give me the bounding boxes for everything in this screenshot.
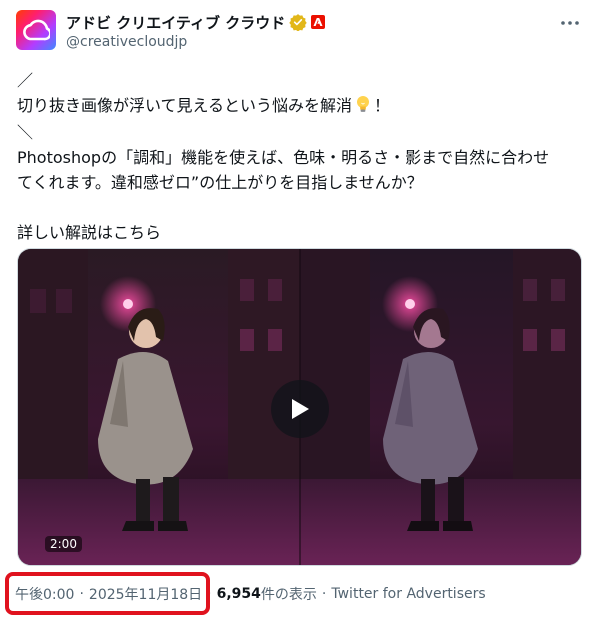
tweet-line-2-text: 切り抜き画像が浮いて見えるという悩みを解消 [17, 96, 353, 115]
verified-badge-icon[interactable] [289, 13, 307, 32]
display-name[interactable]: アドビ クリエイティブ クラウド [66, 12, 285, 33]
play-button[interactable] [271, 380, 329, 438]
tweet-line-6: 詳しい解説はこちら [17, 223, 162, 242]
highlight-annotation [5, 572, 210, 615]
light-bulb-icon [355, 95, 371, 120]
views-count: 6,954 [216, 586, 261, 602]
creative-cloud-logo-icon [23, 19, 50, 41]
tweet-header: アドビ クリエイティブ クラウド @creativecloudjp [16, 10, 583, 54]
avatar[interactable] [16, 10, 56, 50]
adobe-logo-icon[interactable] [311, 15, 326, 29]
name-row: アドビ クリエイティブ クラウド [66, 12, 326, 33]
tweet-line-5: てくれます。違和感ゼロ”の仕上がりを目指しませんか？ [17, 173, 423, 192]
video-player[interactable]: 2:00 [17, 248, 582, 566]
more-horizontal-icon [561, 21, 579, 25]
tweet-source[interactable]: Twitter for Advertisers [331, 586, 485, 602]
play-icon [292, 399, 309, 419]
author-handle[interactable]: @creativecloudjp [66, 34, 187, 50]
meta-separator: · [321, 586, 327, 602]
tweet-line-2-suffix: ！ [374, 96, 391, 115]
tweet-line-1: ／ [17, 71, 34, 90]
tweet-line-3: ＼ [17, 123, 34, 142]
more-options-button[interactable] [557, 10, 583, 36]
views-label: 件の表示 [260, 587, 317, 603]
tweet-card: アドビ クリエイティブ クラウド @creativecloudjp ／ 切り抜き… [0, 0, 599, 632]
video-duration: 2:00 [45, 536, 82, 552]
tweet-line-2: 切り抜き画像が浮いて見えるという悩みを解消 ！ [17, 93, 587, 120]
tweet-line-4: Photoshopの「調和」機能を使えば、色味・明るさ・影まで自然に合わせ [17, 148, 550, 167]
tweet-text: ／ 切り抜き画像が浮いて見えるという悩みを解消 ！ ＼ Photoshopの「調和… [17, 68, 587, 245]
